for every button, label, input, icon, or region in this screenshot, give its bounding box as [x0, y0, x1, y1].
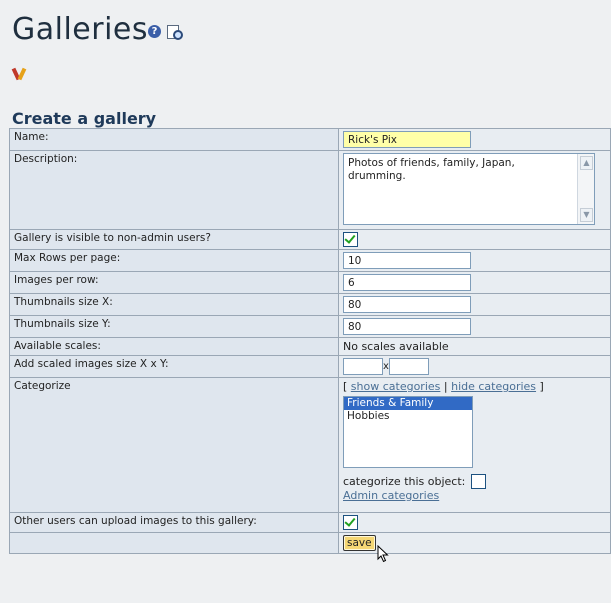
page-title: Galleries [12, 12, 149, 47]
help-icon[interactable]: ? [148, 25, 161, 38]
add-scaled-label: Add scaled images size X x Y: [9, 355, 339, 378]
tools-icon[interactable] [11, 66, 28, 82]
scroll-down-icon[interactable]: ▼ [580, 208, 593, 222]
upload-checkbox[interactable] [343, 515, 358, 530]
title-icons: ? [148, 25, 183, 40]
form-row-upload: Other users can upload images to this ga… [9, 512, 611, 533]
bracket-open: [ [343, 380, 348, 393]
name-label: Name: [9, 128, 339, 151]
max-rows-label: Max Rows per page: [9, 249, 339, 272]
thumb-x-label: Thumbnails size X: [9, 293, 339, 316]
show-categories-link[interactable]: show categories [351, 380, 441, 393]
form-row-categorize: Categorize [ show categories | hide cate… [9, 377, 611, 513]
thumb-y-label: Thumbnails size Y: [9, 315, 339, 338]
section-title: Create a gallery [12, 109, 157, 128]
form-row-max-rows: Max Rows per page: 10 [9, 249, 611, 272]
images-per-row-input[interactable]: 6 [343, 274, 471, 291]
upload-label: Other users can upload images to this ga… [9, 512, 339, 533]
thumb-x-input[interactable]: 80 [343, 296, 471, 313]
scales-label: Available scales: [9, 337, 339, 356]
save-row-label-cell [9, 532, 339, 554]
max-rows-input[interactable]: 10 [343, 252, 471, 269]
categorize-label: Categorize [9, 377, 339, 513]
scaled-y-input[interactable] [388, 358, 429, 375]
mouse-pointer-icon [377, 545, 389, 563]
categories-listbox[interactable]: Friends & Family Hobbies [343, 396, 473, 468]
description-scrollbar[interactable]: ▲ ▼ [577, 154, 594, 224]
form-row-images-per-row: Images per row: 6 [9, 271, 611, 294]
scroll-up-icon[interactable]: ▲ [580, 156, 593, 170]
visible-checkbox[interactable] [343, 232, 358, 247]
category-option[interactable]: Friends & Family [344, 397, 472, 410]
magnifier-icon[interactable] [167, 25, 183, 40]
hide-categories-link[interactable]: hide categories [451, 380, 536, 393]
scales-value: No scales available [338, 337, 611, 356]
form-row-visible: Gallery is visible to non-admin users? [9, 229, 611, 250]
form-row-name: Name: Rick's Pix [9, 128, 611, 151]
categorize-object-checkbox[interactable] [471, 474, 487, 489]
thumb-y-input[interactable]: 80 [343, 318, 471, 335]
scaled-x-input[interactable] [343, 358, 383, 375]
form-row-save: save [9, 532, 611, 563]
form-row-scales: Available scales: No scales available [9, 337, 611, 356]
link-separator: | [443, 380, 448, 393]
create-gallery-form: Name: Rick's Pix Description: Photos of … [9, 128, 611, 563]
bracket-close: ] [539, 380, 544, 393]
categorize-object-row: categorize this object: [343, 474, 606, 489]
description-text: Photos of friends, family, Japan, drummi… [348, 157, 515, 182]
visible-label: Gallery is visible to non-admin users? [9, 229, 339, 250]
form-row-description: Description: Photos of friends, family, … [9, 150, 611, 230]
form-row-add-scaled: Add scaled images size X x Y: x [9, 355, 611, 378]
images-per-row-label: Images per row: [9, 271, 339, 294]
description-label: Description: [9, 150, 339, 230]
page: Galleries ? Create a gallery Name: Rick'… [8, 8, 611, 603]
category-links: [ show categories | hide categories ] [343, 380, 606, 393]
save-button[interactable]: save [343, 535, 376, 551]
form-row-thumb-y: Thumbnails size Y: 80 [9, 315, 611, 338]
admin-categories-link[interactable]: Admin categories [343, 489, 606, 502]
name-input[interactable]: Rick's Pix [343, 131, 471, 148]
form-row-thumb-x: Thumbnails size X: 80 [9, 293, 611, 316]
description-textarea[interactable]: Photos of friends, family, Japan, drummi… [343, 153, 595, 225]
categorize-object-label: categorize this object: [343, 475, 466, 488]
category-option[interactable]: Hobbies [344, 410, 472, 423]
